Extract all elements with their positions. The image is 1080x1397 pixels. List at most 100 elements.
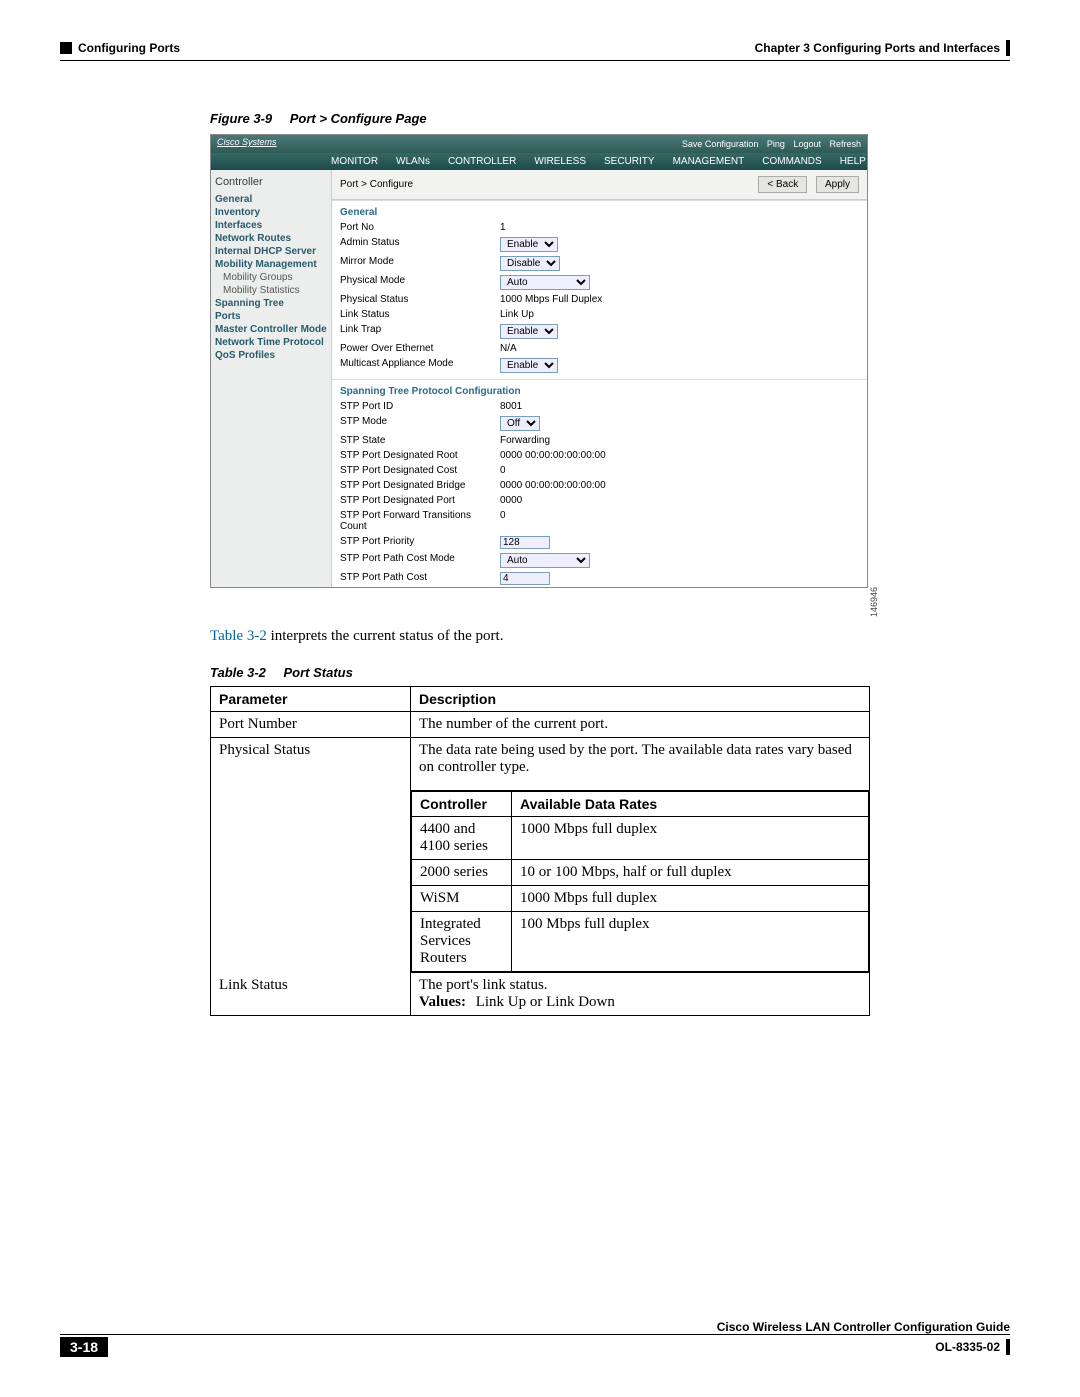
header-marker-icon	[60, 42, 72, 54]
port-status-table: Parameter Description Port Number The nu…	[210, 686, 870, 1016]
sidebar-title: Controller	[215, 176, 327, 188]
config-input[interactable]	[500, 536, 550, 549]
config-label: STP Mode	[340, 416, 500, 431]
table-title: Port Status	[284, 665, 353, 680]
config-label: STP Port ID	[340, 401, 500, 412]
config-value: Enable	[500, 358, 558, 373]
col-parameter: Parameter	[211, 687, 411, 712]
side-dhcp[interactable]: Internal DHCP Server	[215, 246, 327, 257]
logout-link[interactable]: Logout	[793, 139, 821, 149]
config-value: Auto	[500, 553, 590, 568]
config-row: STP Port Designated Port0000	[332, 493, 867, 508]
footer-rule	[60, 1334, 1010, 1335]
figure-title: Port > Configure Page	[290, 111, 427, 126]
side-interfaces[interactable]: Interfaces	[215, 220, 327, 231]
config-value: 0	[500, 465, 506, 476]
menu-security[interactable]: SECURITY	[604, 156, 655, 167]
config-label: Physical Mode	[340, 275, 500, 290]
menu-wireless[interactable]: WIRELESS	[534, 156, 586, 167]
side-general[interactable]: General	[215, 194, 327, 205]
cell-phys-param: Physical Status	[211, 738, 411, 791]
config-value	[500, 572, 550, 585]
body-sentence-rest: interprets the current status of the por…	[267, 628, 504, 644]
breadcrumb: Port > Configure	[340, 179, 413, 190]
inner-col-controller: Controller	[412, 792, 512, 817]
config-row: Physical Status1000 Mbps Full Duplex	[332, 292, 867, 307]
cell-port-number-desc: The number of the current port.	[411, 712, 870, 738]
config-label: STP Port Path Cost	[340, 572, 500, 585]
config-select[interactable]: Enable	[500, 324, 558, 339]
ping-link[interactable]: Ping	[767, 139, 785, 149]
apply-button[interactable]: Apply	[816, 176, 859, 193]
config-value: 0000 00:00:00:00:00:00	[500, 480, 606, 491]
table-cross-ref[interactable]: Table 3-2	[210, 628, 267, 644]
config-row: Multicast Appliance ModeEnable	[332, 356, 867, 375]
sidebar: Controller General Inventory Interfaces …	[211, 170, 331, 587]
page-number: 3-18	[60, 1337, 108, 1357]
section-general-title: General	[332, 200, 867, 220]
config-value: Enable	[500, 324, 558, 339]
refresh-link[interactable]: Refresh	[829, 139, 861, 149]
side-ports[interactable]: Ports	[215, 311, 327, 322]
table-row: Controller Available Data Rates 4400 and…	[211, 791, 870, 973]
menu-controller[interactable]: CONTROLLER	[448, 156, 516, 167]
side-ntp[interactable]: Network Time Protocol	[215, 337, 327, 348]
config-row: STP Port Forward Transitions Count0	[332, 508, 867, 534]
menu-commands[interactable]: COMMANDS	[762, 156, 821, 167]
config-row: STP Port Designated Bridge0000 00:00:00:…	[332, 478, 867, 493]
footer-bar-icon	[1006, 1339, 1010, 1355]
config-label: Physical Status	[340, 294, 500, 305]
config-label: Multicast Appliance Mode	[340, 358, 500, 373]
config-label: Power Over Ethernet	[340, 343, 500, 354]
config-row: Mirror ModeDisable	[332, 254, 867, 273]
save-config-link[interactable]: Save Configuration	[682, 139, 759, 149]
side-mobility[interactable]: Mobility Management	[215, 259, 327, 270]
section-stp-title: Spanning Tree Protocol Configuration	[332, 379, 867, 399]
config-label: Link Trap	[340, 324, 500, 339]
config-select[interactable]: Enable	[500, 358, 558, 373]
back-button[interactable]: < Back	[758, 176, 807, 193]
table-label: Table 3-2	[210, 665, 266, 680]
config-value: Disable	[500, 256, 560, 271]
config-value: 0000	[500, 495, 522, 506]
menu-monitor[interactable]: MONITOR	[331, 156, 378, 167]
config-label: STP Port Designated Cost	[340, 465, 500, 476]
config-select[interactable]: Enable	[500, 237, 558, 252]
config-select[interactable]: Auto	[500, 553, 590, 568]
side-qos[interactable]: QoS Profiles	[215, 350, 327, 361]
config-label: STP Port Path Cost Mode	[340, 553, 500, 568]
side-mobility-groups[interactable]: Mobility Groups	[215, 272, 327, 283]
app-topbar: Save Configuration Ping Logout Refresh	[211, 135, 867, 153]
data-rates-subtable: Controller Available Data Rates 4400 and…	[411, 791, 869, 972]
config-select[interactable]: Disable	[500, 256, 560, 271]
col-description: Description	[411, 687, 870, 712]
figure-caption: Figure 3-9 Port > Configure Page	[210, 111, 1010, 126]
side-mobility-stats[interactable]: Mobility Statistics	[215, 285, 327, 296]
config-row: STP Port Path Cost	[332, 570, 867, 587]
config-value: N/A	[500, 343, 517, 354]
config-label: Link Status	[340, 309, 500, 320]
body-paragraph: Table 3-2 interprets the current status …	[210, 628, 1010, 645]
side-spanning-tree[interactable]: Spanning Tree	[215, 298, 327, 309]
config-row: STP Port Priority	[332, 534, 867, 551]
menu-wlans[interactable]: WLANs	[396, 156, 430, 167]
brand-logo: Cisco Systems	[217, 137, 277, 147]
header-chapter: Chapter 3 Configuring Ports and Interfac…	[755, 41, 1000, 55]
config-select[interactable]: Auto	[500, 275, 590, 290]
config-select[interactable]: Off	[500, 416, 540, 431]
side-inventory[interactable]: Inventory	[215, 207, 327, 218]
cell-link-param: Link Status	[211, 973, 411, 1016]
config-label: STP Port Designated Root	[340, 450, 500, 461]
config-label: STP State	[340, 435, 500, 446]
config-input[interactable]	[500, 572, 550, 585]
side-network-routes[interactable]: Network Routes	[215, 233, 327, 244]
menu-help[interactable]: HELP	[840, 156, 866, 167]
side-master-ctrl[interactable]: Master Controller Mode	[215, 324, 327, 335]
config-row: Port No1	[332, 220, 867, 235]
menu-management[interactable]: MANAGEMENT	[673, 156, 745, 167]
config-row: STP ModeOff	[332, 414, 867, 433]
table-row: Port Number The number of the current po…	[211, 712, 870, 738]
config-row: STP StateForwarding	[332, 433, 867, 448]
config-label: STP Port Designated Port	[340, 495, 500, 506]
config-value: 0000 00:00:00:00:00:00	[500, 450, 606, 461]
